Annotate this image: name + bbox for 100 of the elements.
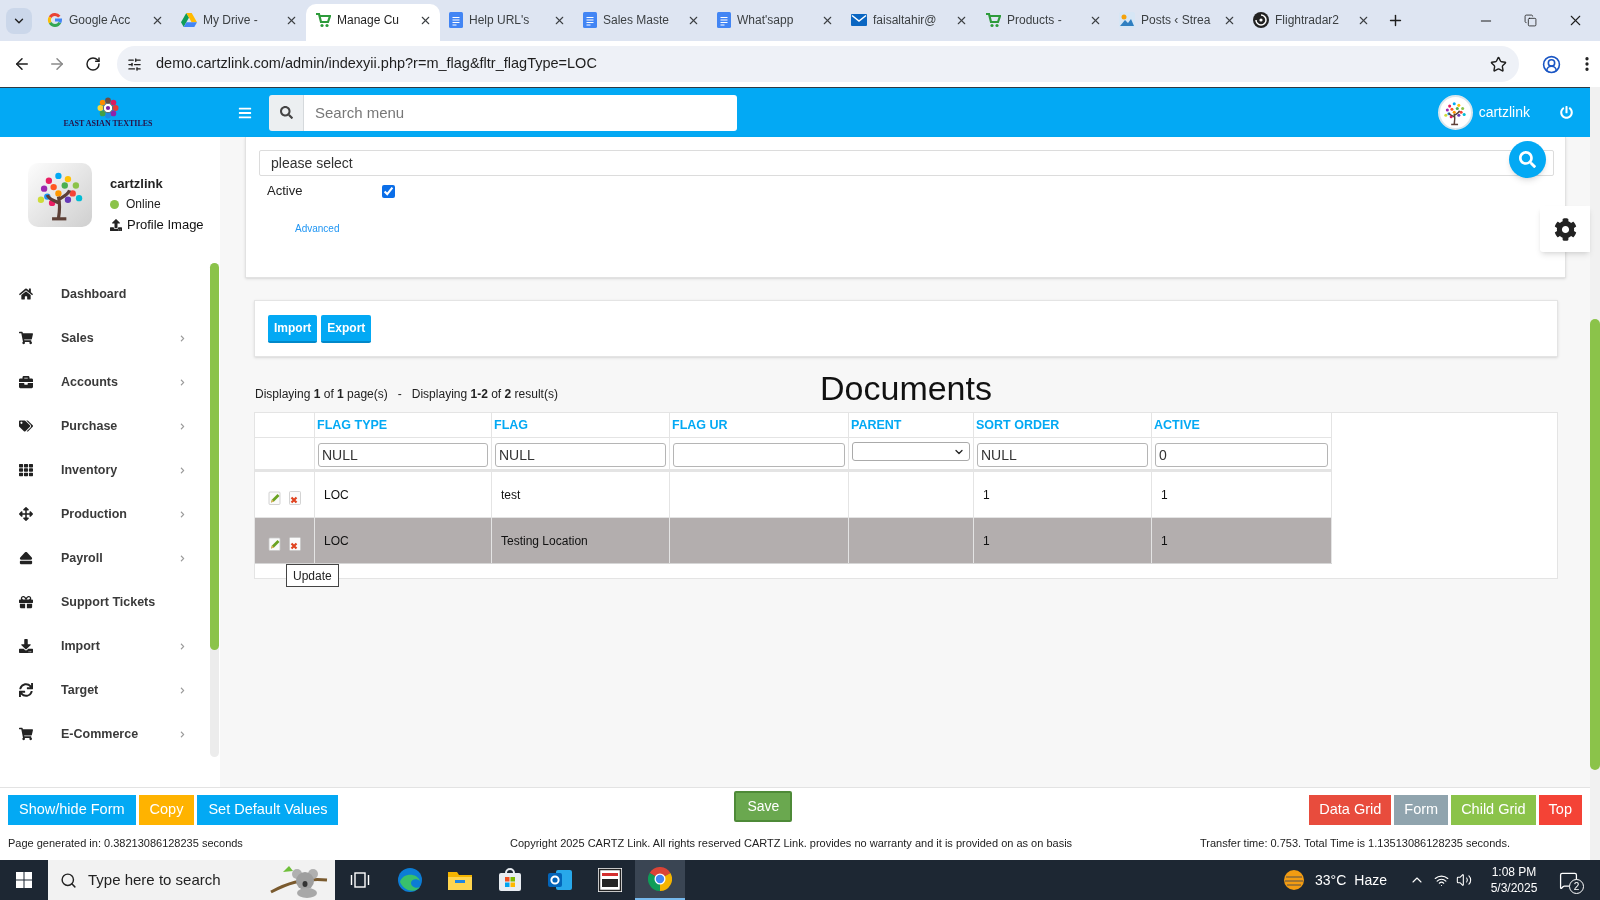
sidebar-menu-item[interactable]: Support Tickets bbox=[0, 580, 210, 624]
envelope-icon bbox=[851, 14, 867, 26]
remote-viewer-icon bbox=[598, 868, 622, 892]
gift-icon bbox=[19, 595, 33, 609]
tags-icon bbox=[19, 419, 33, 433]
profile-icon[interactable] bbox=[1542, 54, 1561, 74]
task-view-icon bbox=[350, 872, 370, 888]
reload-icon[interactable] bbox=[85, 56, 101, 72]
weather-temperature: 33°C bbox=[1315, 870, 1347, 890]
filter-field[interactable]: 0 bbox=[1155, 442, 1328, 467]
refresh-icon bbox=[19, 683, 33, 697]
sidebar-menu-item[interactable]: Production bbox=[0, 492, 210, 536]
restore-icon[interactable] bbox=[1524, 14, 1537, 27]
table-cell: 1 bbox=[974, 518, 1152, 563]
edit-icon[interactable] bbox=[268, 490, 282, 505]
browser-tab[interactable]: Help URL's bbox=[440, 4, 574, 41]
table-cell: 1 bbox=[1152, 472, 1332, 517]
triangle-icon bbox=[181, 13, 197, 27]
sidebar-menu-item[interactable]: Sales bbox=[0, 316, 210, 360]
power-icon[interactable] bbox=[1560, 106, 1573, 119]
browser-tab[interactable]: faisaltahir@ bbox=[842, 4, 976, 41]
table-cell: LOC bbox=[315, 472, 492, 517]
cart-icon bbox=[19, 727, 33, 741]
bookmark-star-icon[interactable] bbox=[1490, 55, 1507, 73]
profile-image-link[interactable]: Profile Image bbox=[127, 216, 204, 234]
browser-tab[interactable]: Google Acc bbox=[38, 4, 172, 41]
taskbar-app[interactable] bbox=[635, 860, 685, 900]
transfer-time: Transfer time: 0.753. Total Time is 1.13513086128235 seconds. bbox=[1200, 836, 1512, 852]
active-label: Active bbox=[267, 182, 304, 201]
delete-icon[interactable] bbox=[288, 490, 302, 505]
wifi-icon[interactable] bbox=[1434, 872, 1449, 888]
browser-tab[interactable]: Sales Maste bbox=[574, 4, 708, 41]
sidebar-menu-item[interactable]: Target bbox=[0, 668, 210, 712]
filter-field[interactable]: NULL bbox=[318, 442, 488, 467]
sidebar-menu-item[interactable]: Purchase bbox=[0, 404, 210, 448]
sidebar-menu-item[interactable]: Payroll bbox=[0, 536, 210, 580]
shopping-bag-icon bbox=[498, 868, 522, 892]
status-text: Online bbox=[126, 196, 161, 213]
browser-tab[interactable]: Posts ‹ Strea bbox=[1110, 4, 1244, 41]
action-button[interactable]: Top bbox=[1538, 795, 1582, 825]
forward-icon[interactable] bbox=[48, 55, 66, 73]
chevron-right-icon bbox=[179, 686, 186, 694]
chevron-right-icon bbox=[179, 730, 186, 738]
table-cell: test bbox=[492, 472, 670, 517]
sidebar-menu-item[interactable]: Import bbox=[0, 624, 210, 668]
back-icon[interactable] bbox=[13, 55, 31, 73]
radar-icon bbox=[1253, 12, 1269, 28]
action-button[interactable]: Data Grid bbox=[1309, 795, 1392, 825]
browser-tab[interactable]: Flightradar2 bbox=[1244, 4, 1378, 41]
filter-field[interactable] bbox=[673, 442, 845, 467]
scrollbar-thumb[interactable] bbox=[1590, 319, 1600, 770]
profile-name: cartzlink bbox=[110, 175, 164, 193]
scrollbar-thumb[interactable] bbox=[210, 263, 219, 650]
notifications-icon[interactable] bbox=[1558, 870, 1578, 890]
clock[interactable]: 1:08 PM 5/3/2025 bbox=[1484, 864, 1544, 896]
volume-icon[interactable] bbox=[1456, 872, 1472, 888]
logo-caption: EAST ASIAN TEXTILES bbox=[63, 118, 153, 129]
taskbar-search-field[interactable]: Type here to search bbox=[48, 860, 335, 900]
notification-count: 2 bbox=[1569, 879, 1584, 894]
profile-picture-drawing bbox=[28, 163, 92, 227]
cart-icon bbox=[985, 12, 1001, 28]
document-icon bbox=[583, 12, 597, 28]
active-checkbox[interactable] bbox=[382, 184, 395, 198]
page-scrollbar[interactable] bbox=[1590, 87, 1600, 860]
upload-icon bbox=[110, 219, 122, 231]
grid-icon bbox=[19, 463, 33, 477]
sidebar-menu-item[interactable]: E-Commerce bbox=[0, 712, 210, 756]
filter-field[interactable]: NULL bbox=[977, 442, 1148, 467]
browser-tab[interactable]: Manage Cu bbox=[306, 4, 440, 41]
download-icon bbox=[19, 639, 33, 653]
edit-icon[interactable] bbox=[268, 536, 282, 551]
arrows-icon bbox=[19, 507, 33, 521]
delete-icon[interactable] bbox=[288, 536, 302, 551]
browser-tab[interactable]: My Drive - bbox=[172, 4, 306, 41]
chevron-right-icon bbox=[179, 378, 186, 386]
settings-icon bbox=[1553, 217, 1577, 241]
browser-tab[interactable]: Products - bbox=[976, 4, 1110, 41]
search-icon bbox=[279, 106, 293, 119]
sidebar-menu-item[interactable]: Inventory bbox=[0, 448, 210, 492]
table-row[interactable]: LOC test 1 1 bbox=[255, 472, 1332, 518]
chevron-right-icon bbox=[179, 510, 186, 518]
select-field[interactable]: please select bbox=[259, 150, 1554, 176]
search-icon bbox=[1519, 151, 1536, 168]
new-tab-icon[interactable] bbox=[1387, 12, 1404, 29]
search-field[interactable]: Search menu bbox=[304, 94, 737, 131]
user-avatar-icon[interactable] bbox=[1437, 95, 1473, 130]
sidebar-menu-item[interactable]: Accounts bbox=[0, 360, 210, 404]
address-field[interactable]: demo.cartzlink.com/admin/indexyii.php?r=m_flag&fltr_flagType=LOC bbox=[117, 46, 1519, 82]
document-icon bbox=[717, 12, 731, 28]
logo-drawing bbox=[96, 96, 120, 119]
sidebar-scrollbar[interactable] bbox=[210, 263, 219, 757]
mail-app-icon bbox=[548, 868, 572, 892]
home-icon bbox=[19, 287, 33, 301]
gear-panel[interactable] bbox=[1540, 206, 1590, 252]
sidebar-menu-item[interactable]: Dashboard bbox=[0, 272, 210, 316]
browser-tab[interactable]: What'sapp bbox=[708, 4, 842, 41]
browser-icon bbox=[648, 867, 672, 891]
search-button[interactable] bbox=[269, 94, 304, 131]
table-row[interactable]: LOC Testing Location 1 1 bbox=[255, 518, 1332, 564]
filter-field[interactable]: NULL bbox=[495, 442, 666, 467]
